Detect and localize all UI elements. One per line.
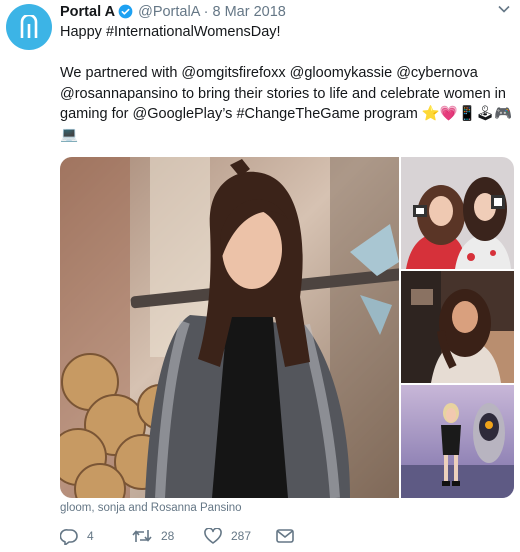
verified-badge-icon <box>118 4 133 19</box>
tweet-header: Portal A @PortalA · 8 Mar 2018 <box>60 3 286 21</box>
retweet-icon <box>132 530 152 542</box>
retweet-count: 28 <box>161 529 175 543</box>
direct-message-icon <box>276 529 294 543</box>
like-count: 287 <box>231 529 252 543</box>
direct-message-action[interactable] <box>276 529 306 543</box>
chevron-down-icon[interactable] <box>498 5 510 13</box>
photo-middle-right-image <box>401 271 514 383</box>
photo-top-right[interactable] <box>401 157 514 269</box>
author-handle[interactable]: @PortalA <box>138 4 199 20</box>
like-icon <box>204 528 222 544</box>
photo-bottom-right-image <box>401 385 514 498</box>
media-caption: gloom, sonja and Rosanna Pansino <box>60 502 242 514</box>
avatar[interactable] <box>6 4 52 50</box>
tweet-date[interactable]: 8 Mar 2018 <box>212 4 285 20</box>
media-grid[interactable] <box>60 157 514 498</box>
tweet-actions: 4 28 287 <box>60 526 306 546</box>
reply-count: 4 <box>87 529 94 543</box>
photo-middle-right[interactable] <box>401 271 514 383</box>
retweet-action[interactable]: 28 <box>132 528 204 544</box>
photo-bottom-right[interactable] <box>401 385 514 498</box>
photo-main[interactable] <box>60 157 399 498</box>
separator-dot: · <box>203 4 209 20</box>
reply-action[interactable]: 4 <box>60 528 132 545</box>
photo-top-right-image <box>401 157 514 269</box>
portal-logo-icon <box>20 15 38 38</box>
photo-main-image <box>60 157 399 498</box>
author-name[interactable]: Portal A <box>60 4 115 20</box>
like-action[interactable]: 287 <box>204 528 276 544</box>
reply-icon <box>60 528 78 545</box>
